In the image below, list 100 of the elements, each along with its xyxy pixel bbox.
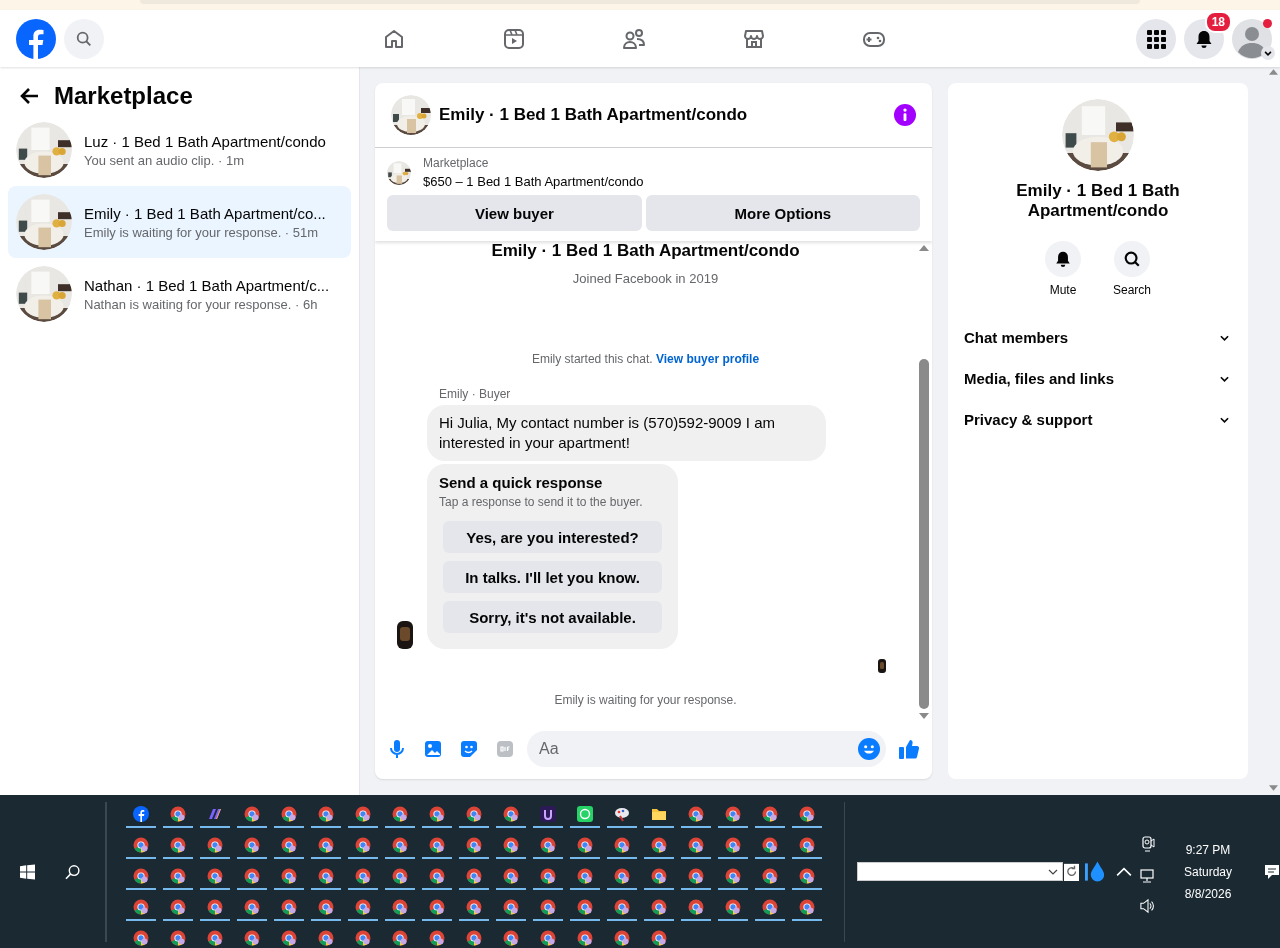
quick-response-button[interactable]: Yes, are you interested? [443, 521, 662, 553]
refresh-icon[interactable] [1063, 862, 1079, 881]
browser-icon[interactable] [244, 929, 261, 946]
grid-icon[interactable] [1146, 28, 1166, 49]
browser-icon[interactable] [577, 929, 594, 946]
palette-icon[interactable] [614, 805, 631, 822]
browser-icon[interactable] [614, 867, 631, 884]
browser-icon[interactable] [466, 898, 483, 915]
browser-icon[interactable] [392, 929, 409, 946]
search-icon[interactable] [65, 863, 81, 880]
scroll-up-icon[interactable] [1268, 69, 1278, 75]
browser-icon[interactable] [688, 836, 705, 853]
browser-icon[interactable] [281, 929, 298, 946]
listing-button[interactable]: View buyer [387, 195, 642, 231]
browser-icon[interactable] [170, 836, 187, 853]
browser-icon[interactable] [688, 898, 705, 915]
browser-icon[interactable] [466, 929, 483, 946]
browser-icon[interactable] [318, 898, 335, 915]
browser-icon[interactable] [392, 836, 409, 853]
speaker-icon[interactable] [1140, 897, 1156, 914]
browser-icon[interactable] [170, 929, 187, 946]
browser-icon[interactable] [318, 805, 335, 822]
logo-icon[interactable] [133, 805, 150, 822]
thumbs-up-icon[interactable] [898, 738, 920, 760]
browser-icon[interactable] [429, 929, 446, 946]
details-section[interactable]: Media, files and links [964, 358, 1232, 399]
scrollbar-thumb[interactable] [919, 359, 929, 709]
browser-icon[interactable] [207, 867, 224, 884]
camera-icon[interactable] [1140, 835, 1156, 852]
browser-icon[interactable] [762, 867, 779, 884]
browser-icon[interactable] [170, 898, 187, 915]
chevron-icon[interactable] [1220, 416, 1229, 423]
browser-icon[interactable] [392, 805, 409, 822]
browser-icon[interactable] [614, 898, 631, 915]
browser-icon[interactable] [133, 898, 150, 915]
browser-icon[interactable] [762, 805, 779, 822]
scroll-up-icon[interactable] [919, 245, 929, 251]
browser-icon[interactable] [170, 805, 187, 822]
buyer-profile-link[interactable]: View buyer profile [655, 352, 760, 366]
conversation-item[interactable]: Luz · 1 Bed 1 Bath Apartment/condo You sent an audio clip. · 1m [8, 114, 351, 186]
caret-icon[interactable] [1047, 868, 1058, 875]
mute-button[interactable] [1045, 241, 1081, 277]
browser-icon[interactable] [392, 867, 409, 884]
scroll-down-icon[interactable] [1268, 785, 1278, 791]
sticker-icon[interactable] [459, 739, 479, 759]
water-drop-icon[interactable] [1084, 859, 1104, 884]
browser-icon[interactable] [503, 805, 520, 822]
chevron-icon[interactable] [1220, 375, 1229, 382]
profile-avatar[interactable] [1232, 18, 1272, 59]
browser-icon[interactable] [651, 836, 668, 853]
video-icon[interactable] [502, 26, 526, 51]
browser-icon[interactable] [725, 805, 742, 822]
browser-icon[interactable] [577, 836, 594, 853]
notifications-button[interactable] [1184, 18, 1224, 59]
browser-icon[interactable] [133, 836, 150, 853]
network-icon[interactable] [1140, 867, 1156, 884]
browser-icon[interactable] [281, 805, 298, 822]
browser-icon[interactable] [244, 805, 261, 822]
browser-icon[interactable] [355, 836, 372, 853]
bell-icon[interactable] [1194, 28, 1214, 49]
search-icon[interactable] [1123, 250, 1141, 268]
listing-button[interactable]: More Options [645, 195, 920, 231]
browser-icon[interactable] [799, 805, 816, 822]
browser-icon[interactable] [429, 898, 446, 915]
browser-icon[interactable] [429, 805, 446, 822]
browser-icon[interactable] [725, 836, 742, 853]
browser-icon[interactable] [577, 898, 594, 915]
browser-icon[interactable] [577, 867, 594, 884]
browser-icon[interactable] [318, 929, 335, 946]
browser-icon[interactable] [170, 867, 187, 884]
browser-icon[interactable] [688, 805, 705, 822]
browser-icon[interactable] [651, 898, 668, 915]
browser-icon[interactable] [614, 929, 631, 946]
search-button[interactable] [1114, 241, 1150, 277]
browser-icon[interactable] [466, 805, 483, 822]
browser-icon[interactable] [762, 898, 779, 915]
browser-icon[interactable] [392, 898, 409, 915]
browser-icon[interactable] [318, 867, 335, 884]
browser-icon[interactable] [429, 836, 446, 853]
browser-icon[interactable] [133, 929, 150, 946]
browser-icon[interactable] [355, 867, 372, 884]
browser-icon[interactable] [318, 836, 335, 853]
browser-icon[interactable] [540, 836, 557, 853]
browser-icon[interactable] [281, 898, 298, 915]
browser-icon[interactable] [651, 929, 668, 946]
browser-icon[interactable] [503, 898, 520, 915]
conversation-item[interactable]: Nathan · 1 Bed 1 Bath Apartment/c... Nathan is waiting for your response. · 6h [8, 258, 351, 330]
browser-icon[interactable] [540, 867, 557, 884]
browser-icon[interactable] [466, 836, 483, 853]
quick-response-button[interactable]: In talks. I'll let you know. [443, 561, 662, 593]
browser-icon[interactable] [355, 929, 372, 946]
chat-app-icon[interactable] [577, 805, 594, 822]
message-input[interactable]: Aa [527, 731, 886, 767]
browser-icon[interactable] [725, 867, 742, 884]
browser-icon[interactable] [540, 898, 557, 915]
browser-icon[interactable] [244, 836, 261, 853]
browser-icon[interactable] [281, 867, 298, 884]
microphone-icon[interactable] [387, 739, 407, 759]
browser-icon[interactable] [799, 898, 816, 915]
browser-icon[interactable] [503, 929, 520, 946]
